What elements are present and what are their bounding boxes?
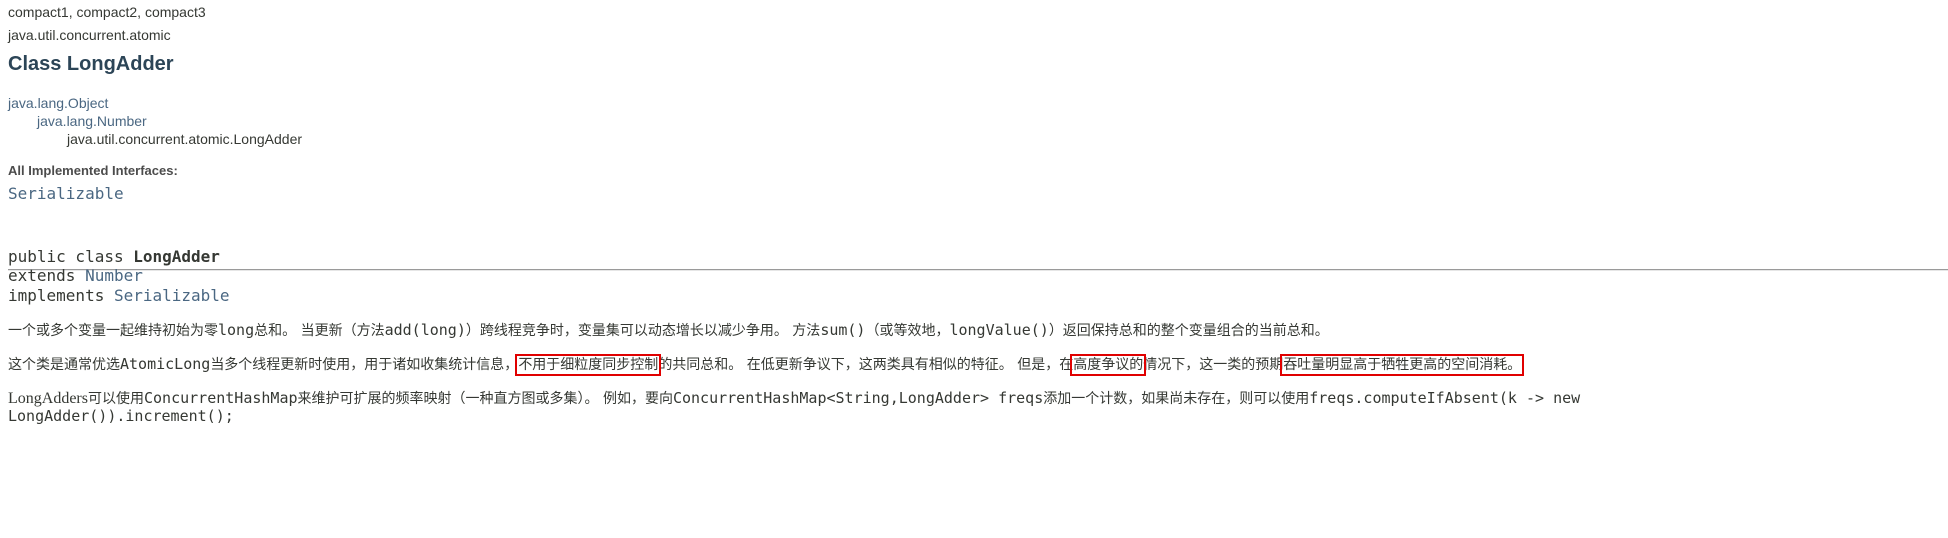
p3-text-b: 可以使用 bbox=[87, 391, 144, 407]
implements-keyword: implements bbox=[8, 286, 114, 305]
p1-code-longvalue: longValue() bbox=[949, 321, 1049, 339]
decl-keywords: public class bbox=[8, 247, 134, 266]
description-paragraph-2: 这个类是通常优选AtomicLong当多个线程更新时使用，用于诸如收集统计信息，… bbox=[8, 354, 1525, 376]
p3-code-increment: LongAdder()).increment(); bbox=[8, 407, 234, 425]
serializable-link[interactable]: Serializable bbox=[8, 184, 124, 203]
class-declaration: public class LongAdder bbox=[8, 247, 220, 266]
page-title: Class LongAdder bbox=[8, 53, 174, 75]
hierarchy-object-link[interactable]: java.lang.Object bbox=[8, 95, 108, 111]
highlight-box-2: 高度争议的 bbox=[1070, 354, 1147, 376]
p2-text-b: 当多个线程更新时使用，用于诸如收集统计信息， bbox=[210, 357, 519, 373]
description-paragraph-3: LongAdders可以使用ConcurrentHashMap来维护可扩展的频率… bbox=[8, 388, 1580, 408]
p1-code-sum: sum() bbox=[820, 321, 866, 339]
p1-text-c: ）跨线程竞争时，变量集可以动态增长以减少争用。 方法 bbox=[465, 323, 821, 339]
decl-class-name: LongAdder bbox=[133, 247, 220, 266]
package-label: java.util.concurrent.atomic bbox=[8, 27, 171, 43]
implements-serializable-link[interactable]: Serializable bbox=[114, 286, 230, 305]
extends-keyword: extends bbox=[8, 266, 86, 285]
hierarchy-number-link[interactable]: java.lang.Number bbox=[37, 113, 147, 129]
p2-code-atomiclong: AtomicLong bbox=[120, 355, 211, 373]
p3-text-d: 添加一个计数，如果尚未存在，则可以使用 bbox=[1043, 391, 1310, 407]
extends-number-link[interactable]: Number bbox=[85, 266, 143, 285]
p2-text-a: 这个类是通常优选 bbox=[8, 357, 120, 373]
p2-text-c: 的共同总和。 在低更新争议下，这两类具有相似的特征。 但是，在 bbox=[658, 357, 1074, 373]
extends-line: extends Number bbox=[8, 266, 143, 285]
description-paragraph-3-cont: LongAdder()).increment(); bbox=[8, 407, 234, 425]
p1-code-add: add(long) bbox=[384, 321, 466, 339]
highlight-box-3: 吞吐量明显高于牺牲更高的空间消耗。 bbox=[1280, 354, 1525, 376]
implements-line: implements Serializable bbox=[8, 286, 230, 305]
p1-text-b: 总和。 当更新（方法 bbox=[254, 323, 385, 339]
p3-code-chm: ConcurrentHashMap bbox=[143, 389, 298, 407]
profiles-label: compact1, compact2, compact3 bbox=[8, 4, 206, 20]
p3-code-chm-freqs: ConcurrentHashMap<String,LongAdder> freq… bbox=[672, 389, 1044, 407]
section-divider bbox=[8, 269, 1948, 271]
p3-code-computeifabsent: freqs.computeIfAbsent(k -> new bbox=[1309, 389, 1581, 407]
hierarchy-current-class: java.util.concurrent.atomic.LongAdder bbox=[67, 131, 303, 147]
p3-text-longadders: LongAdders bbox=[8, 390, 88, 407]
p3-text-c: 来维护可扩展的频率映射（一种直方图或多集）。 例如，要向 bbox=[297, 391, 673, 407]
interfaces-label: All Implemented Interfaces: bbox=[8, 163, 178, 178]
p2-text-d: 情况下，这一类的预期 bbox=[1143, 357, 1284, 373]
p1-code-long: long bbox=[218, 321, 255, 339]
highlight-box-1: 不用于细粒度同步控制 bbox=[515, 354, 662, 376]
p1-text-a: 一个或多个变量一起维持初始为零 bbox=[8, 323, 218, 339]
description-paragraph-1: 一个或多个变量一起维持初始为零long总和。 当更新（方法add(long)）跨… bbox=[8, 320, 1329, 340]
p1-text-d: （或等效地， bbox=[865, 323, 950, 339]
p1-text-e: ）返回保持总和的整个变量组合的当前总和。 bbox=[1048, 323, 1329, 339]
